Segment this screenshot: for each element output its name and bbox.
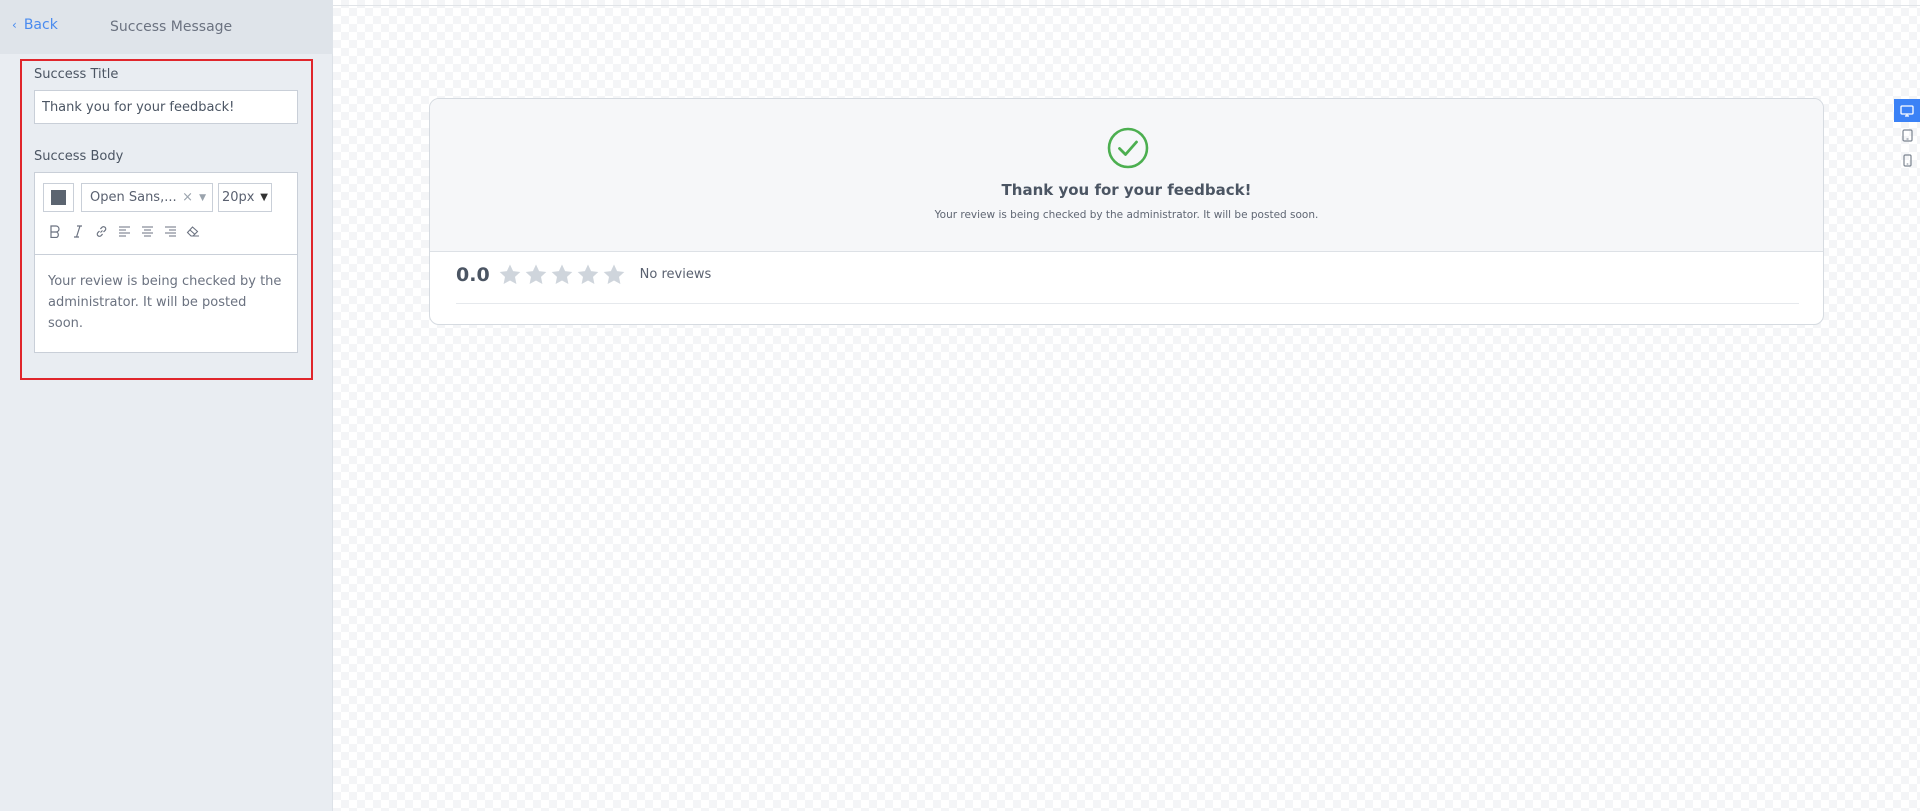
- back-label: Back: [23, 17, 58, 33]
- caret-down-icon: ▼: [199, 192, 206, 203]
- rating-value: 0.0: [456, 263, 490, 286]
- panel-title: Success Message: [110, 19, 233, 35]
- success-title: Thank you for your feedback!: [1001, 181, 1252, 199]
- star-icon: [550, 263, 574, 286]
- text-color-button[interactable]: [43, 183, 74, 212]
- back-button[interactable]: ‹ Back: [12, 17, 58, 33]
- canvas-divider: [333, 5, 1920, 6]
- star-icon: [576, 263, 600, 286]
- align-right-button[interactable]: [162, 223, 178, 239]
- color-swatch: [51, 190, 66, 205]
- bold-button[interactable]: [47, 223, 63, 239]
- align-right-icon: [164, 225, 176, 237]
- align-left-icon: [118, 225, 130, 237]
- success-body-label: Success Body: [34, 149, 124, 164]
- mobile-view-button[interactable]: [1894, 149, 1920, 172]
- font-size-select[interactable]: 20px ▼: [218, 183, 272, 212]
- mobile-icon: [1902, 154, 1912, 167]
- star-rating: [498, 263, 626, 286]
- clear-format-button[interactable]: [185, 223, 201, 239]
- font-size-value: 20px: [222, 190, 255, 205]
- link-icon: [96, 225, 106, 237]
- editor-toolbar: Open Sans,... × ▼ 20px ▼: [35, 173, 297, 255]
- star-icon: [498, 263, 522, 286]
- bold-icon: [50, 224, 60, 238]
- align-center-icon: [141, 225, 153, 237]
- review-widget-preview: Thank you for your feedback! Your review…: [429, 98, 1824, 325]
- preview-canvas: Thank you for your feedback! Your review…: [333, 0, 1920, 811]
- align-center-button[interactable]: [139, 223, 155, 239]
- device-switcher: [1894, 99, 1920, 174]
- chevron-down-icon: ▼: [260, 192, 268, 203]
- italic-button[interactable]: [70, 223, 86, 239]
- clear-icon[interactable]: ×: [182, 190, 193, 205]
- desktop-icon: [1900, 104, 1914, 117]
- success-body-text[interactable]: Your review is being checked by the admi…: [35, 255, 297, 350]
- success-body-editor: Open Sans,... × ▼ 20px ▼ Your review is …: [34, 172, 298, 353]
- success-title-label: Success Title: [34, 67, 119, 82]
- font-family-select[interactable]: Open Sans,... × ▼: [81, 183, 213, 212]
- chevron-left-icon: ‹: [12, 18, 17, 32]
- success-message-area: Thank you for your feedback! Your review…: [430, 99, 1823, 252]
- star-icon: [524, 263, 548, 286]
- tablet-icon: [1901, 129, 1913, 142]
- rating-summary: 0.0 No reviews: [456, 263, 711, 286]
- tablet-view-button[interactable]: [1894, 124, 1920, 147]
- eraser-icon: [186, 226, 199, 237]
- success-body: Your review is being checked by the admi…: [934, 209, 1319, 221]
- align-left-button[interactable]: [116, 223, 132, 239]
- desktop-view-button[interactable]: [1894, 99, 1920, 122]
- reviews-count: No reviews: [639, 267, 712, 282]
- star-icon: [602, 263, 626, 286]
- sidebar-header: ‹ Back Success Message: [0, 0, 333, 54]
- settings-sidebar: ‹ Back Success Message Success Title Suc…: [0, 0, 333, 811]
- success-title-input[interactable]: [34, 90, 298, 124]
- link-button[interactable]: [93, 223, 109, 239]
- font-family-value: Open Sans,...: [90, 190, 177, 205]
- check-circle-icon: [1107, 127, 1149, 169]
- italic-icon: [74, 224, 82, 238]
- rating-divider: [456, 303, 1799, 304]
- format-buttons: [47, 223, 201, 239]
